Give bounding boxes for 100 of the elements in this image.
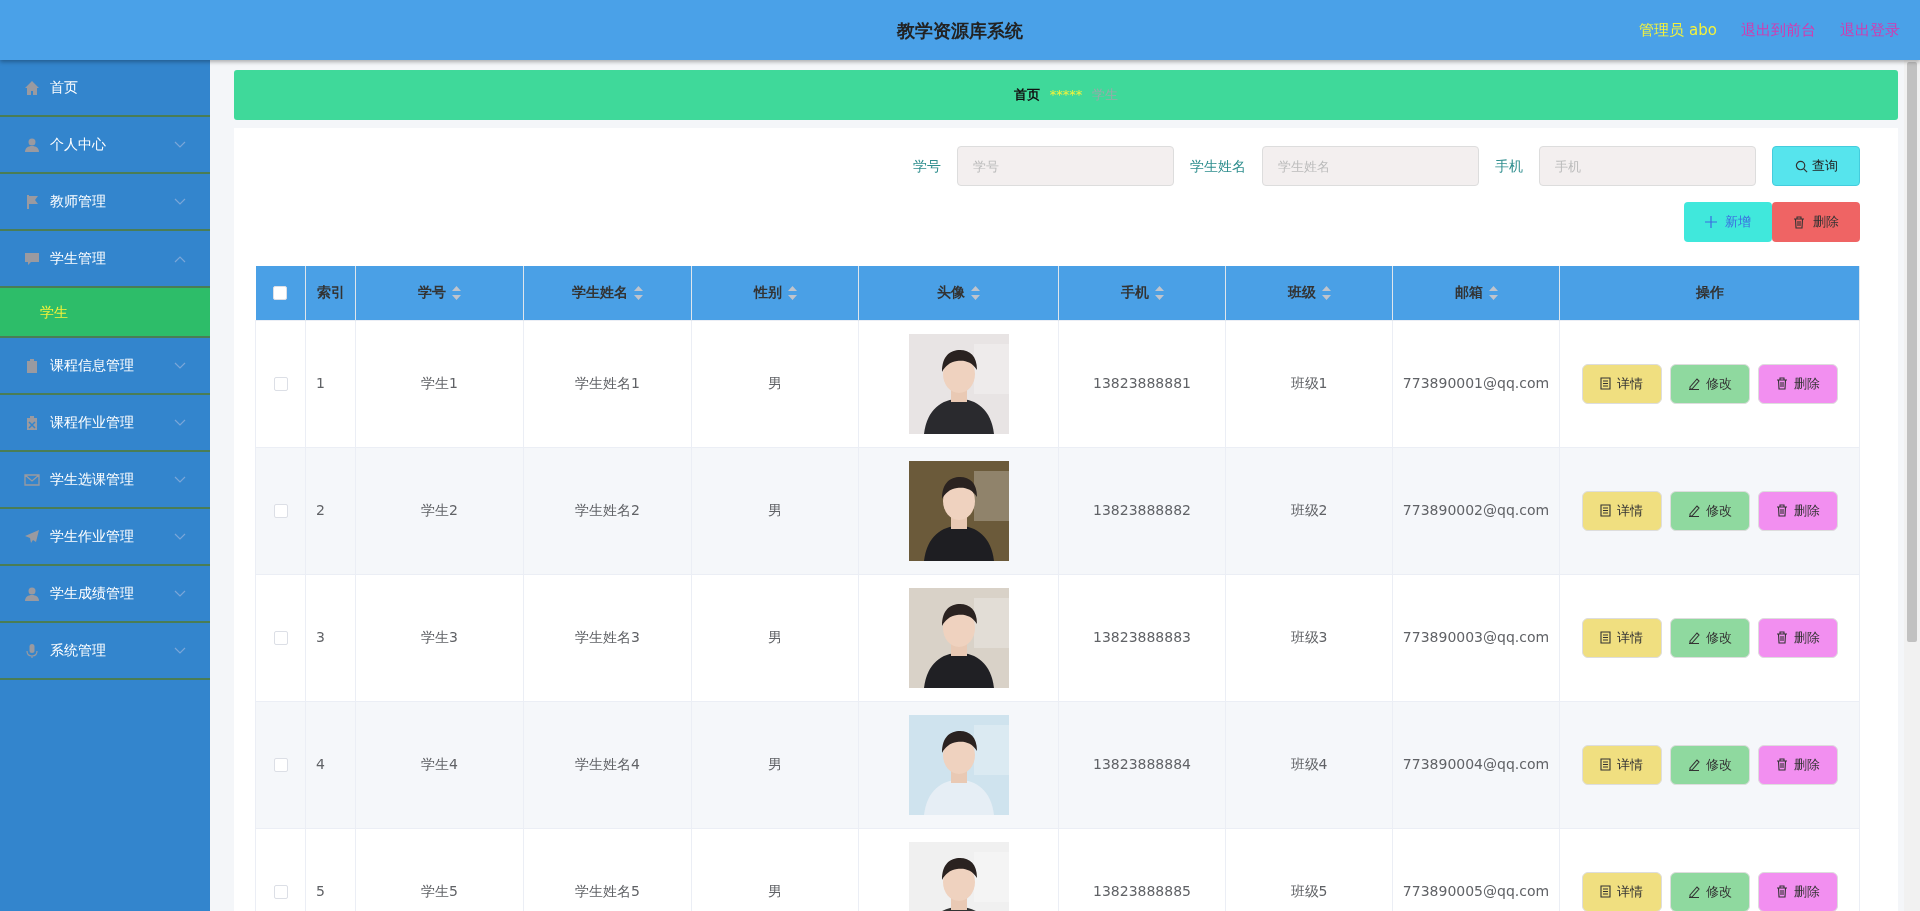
edit-button[interactable]: 修改: [1669, 617, 1750, 658]
sidebar-label: 课程信息管理: [50, 356, 134, 375]
sort-icon[interactable]: [1488, 286, 1498, 301]
column-header[interactable]: 班级: [1287, 284, 1316, 301]
table-cell: 5: [316, 883, 325, 899]
table-cell: 班级1: [1290, 375, 1328, 391]
edit-button[interactable]: 修改: [1669, 744, 1750, 785]
details-button[interactable]: 详情: [1581, 363, 1662, 404]
table-cell: 4: [316, 756, 325, 772]
chat-icon: [24, 250, 40, 267]
delete-button[interactable]: 删除: [1757, 744, 1838, 785]
sidebar-item[interactable]: 个人中心: [0, 117, 210, 174]
edit-button[interactable]: 修改: [1669, 490, 1750, 531]
select-all-checkbox[interactable]: [273, 286, 288, 301]
sidebar-label: 学生选课管理: [50, 470, 134, 489]
sort-icon[interactable]: [787, 286, 797, 301]
breadcrumb-item: 学生: [1092, 86, 1119, 105]
field-label: 学生姓名: [1190, 156, 1246, 176]
column-header[interactable]: 学号: [418, 284, 446, 301]
sidebar-item[interactable]: 课程作业管理: [0, 395, 210, 452]
delete-button[interactable]: 删除: [1757, 871, 1838, 911]
scrollbar[interactable]: [1904, 60, 1920, 911]
sidebar-item[interactable]: 系统管理: [0, 623, 210, 680]
document-icon: [1600, 631, 1611, 644]
table-cell: 1: [316, 375, 325, 391]
column-header[interactable]: 操作: [1695, 284, 1724, 301]
delete-button[interactable]: 删除: [1757, 363, 1838, 404]
column-header[interactable]: 邮箱: [1454, 284, 1483, 301]
app-title: 教学资源库系统: [897, 18, 1023, 43]
details-button[interactable]: 详情: [1581, 490, 1662, 531]
sidebar-label: 学生作业管理: [50, 527, 134, 546]
table-cell: 773890002@qq.com: [1402, 502, 1550, 518]
table-cell: 学生姓名5: [575, 883, 640, 899]
table-cell: 学生姓名1: [575, 375, 640, 391]
column-header[interactable]: 手机: [1120, 284, 1149, 301]
plus-icon: [1705, 216, 1717, 228]
row-checkbox[interactable]: [273, 885, 288, 899]
sidebar-label: 教师管理: [50, 192, 106, 211]
table-cell: 学生4: [421, 756, 458, 772]
sidebar-label: 学生成绩管理: [50, 584, 134, 603]
column-header[interactable]: 学生姓名: [572, 284, 628, 301]
breadcrumb-item[interactable]: 首页: [1013, 85, 1040, 105]
row-checkbox[interactable]: [273, 377, 288, 391]
sidebar-item[interactable]: 学生选课管理: [0, 452, 210, 509]
table-cell: 男: [768, 375, 782, 391]
sidebar-label: 个人中心: [50, 135, 106, 154]
trash-icon: [1793, 215, 1805, 229]
edit-button[interactable]: 修改: [1669, 363, 1750, 404]
column-header[interactable]: 头像: [937, 284, 965, 301]
table-cell: 学生1: [421, 375, 458, 391]
table-cell: 13823888885: [1093, 883, 1191, 899]
table-cell: 2: [316, 502, 325, 518]
sort-icon[interactable]: [1154, 286, 1164, 301]
sidebar-item[interactable]: 首页: [0, 60, 210, 117]
details-button[interactable]: 详情: [1581, 744, 1662, 785]
pencil-icon: [1687, 758, 1700, 771]
microphone-icon: [24, 642, 40, 659]
add-button[interactable]: 新增: [1684, 202, 1772, 242]
sort-icon[interactable]: [634, 286, 643, 301]
table-cell: 学生3: [421, 629, 458, 645]
row-checkbox[interactable]: [273, 631, 288, 645]
table-cell: 男: [768, 756, 782, 772]
table-cell: 学生姓名4: [575, 756, 640, 772]
flag-icon: [24, 193, 40, 210]
trash-icon: [1775, 504, 1788, 517]
details-button[interactable]: 详情: [1581, 617, 1662, 658]
sort-icon[interactable]: [1321, 286, 1331, 301]
pencil-icon: [1687, 631, 1700, 644]
sidebar-label: 首页: [50, 78, 78, 97]
pencil-icon: [1687, 885, 1700, 898]
trash-icon: [1775, 758, 1788, 771]
column-header[interactable]: 性别: [753, 284, 782, 301]
table-cell: 13823888882: [1093, 502, 1191, 518]
search-button[interactable]: 查询: [1772, 146, 1860, 186]
column-header[interactable]: 索引: [316, 284, 345, 301]
sidebar-item[interactable]: 课程信息管理: [0, 338, 210, 395]
table-cell: 班级2: [1290, 502, 1328, 518]
table-cell: 3: [316, 629, 325, 645]
row-checkbox[interactable]: [273, 504, 288, 518]
delete-button[interactable]: 删除: [1757, 490, 1838, 531]
clipboard-icon: [24, 357, 40, 374]
sidebar-label: 系统管理: [50, 641, 106, 660]
document-icon: [1600, 504, 1611, 517]
sidebar-item[interactable]: 学生作业管理: [0, 509, 210, 566]
document-icon: [1600, 758, 1611, 771]
send-icon: [24, 528, 40, 545]
details-button[interactable]: 详情: [1581, 871, 1662, 911]
sidebar-item[interactable]: 学生成绩管理: [0, 566, 210, 623]
edit-button[interactable]: 修改: [1669, 871, 1750, 911]
sidebar-item[interactable]: 教师管理: [0, 174, 210, 231]
field-label: 手机: [1495, 156, 1523, 176]
pencil-icon: [1687, 377, 1700, 390]
sort-icon[interactable]: [971, 286, 980, 301]
delete-button[interactable]: 删除: [1772, 202, 1860, 242]
table-cell: 773890003@qq.com: [1402, 629, 1550, 645]
sort-icon[interactable]: [452, 286, 461, 301]
table-cell: 男: [768, 502, 782, 518]
pencil-icon: [1687, 504, 1700, 517]
delete-button[interactable]: 删除: [1757, 617, 1838, 658]
row-checkbox[interactable]: [273, 758, 288, 772]
